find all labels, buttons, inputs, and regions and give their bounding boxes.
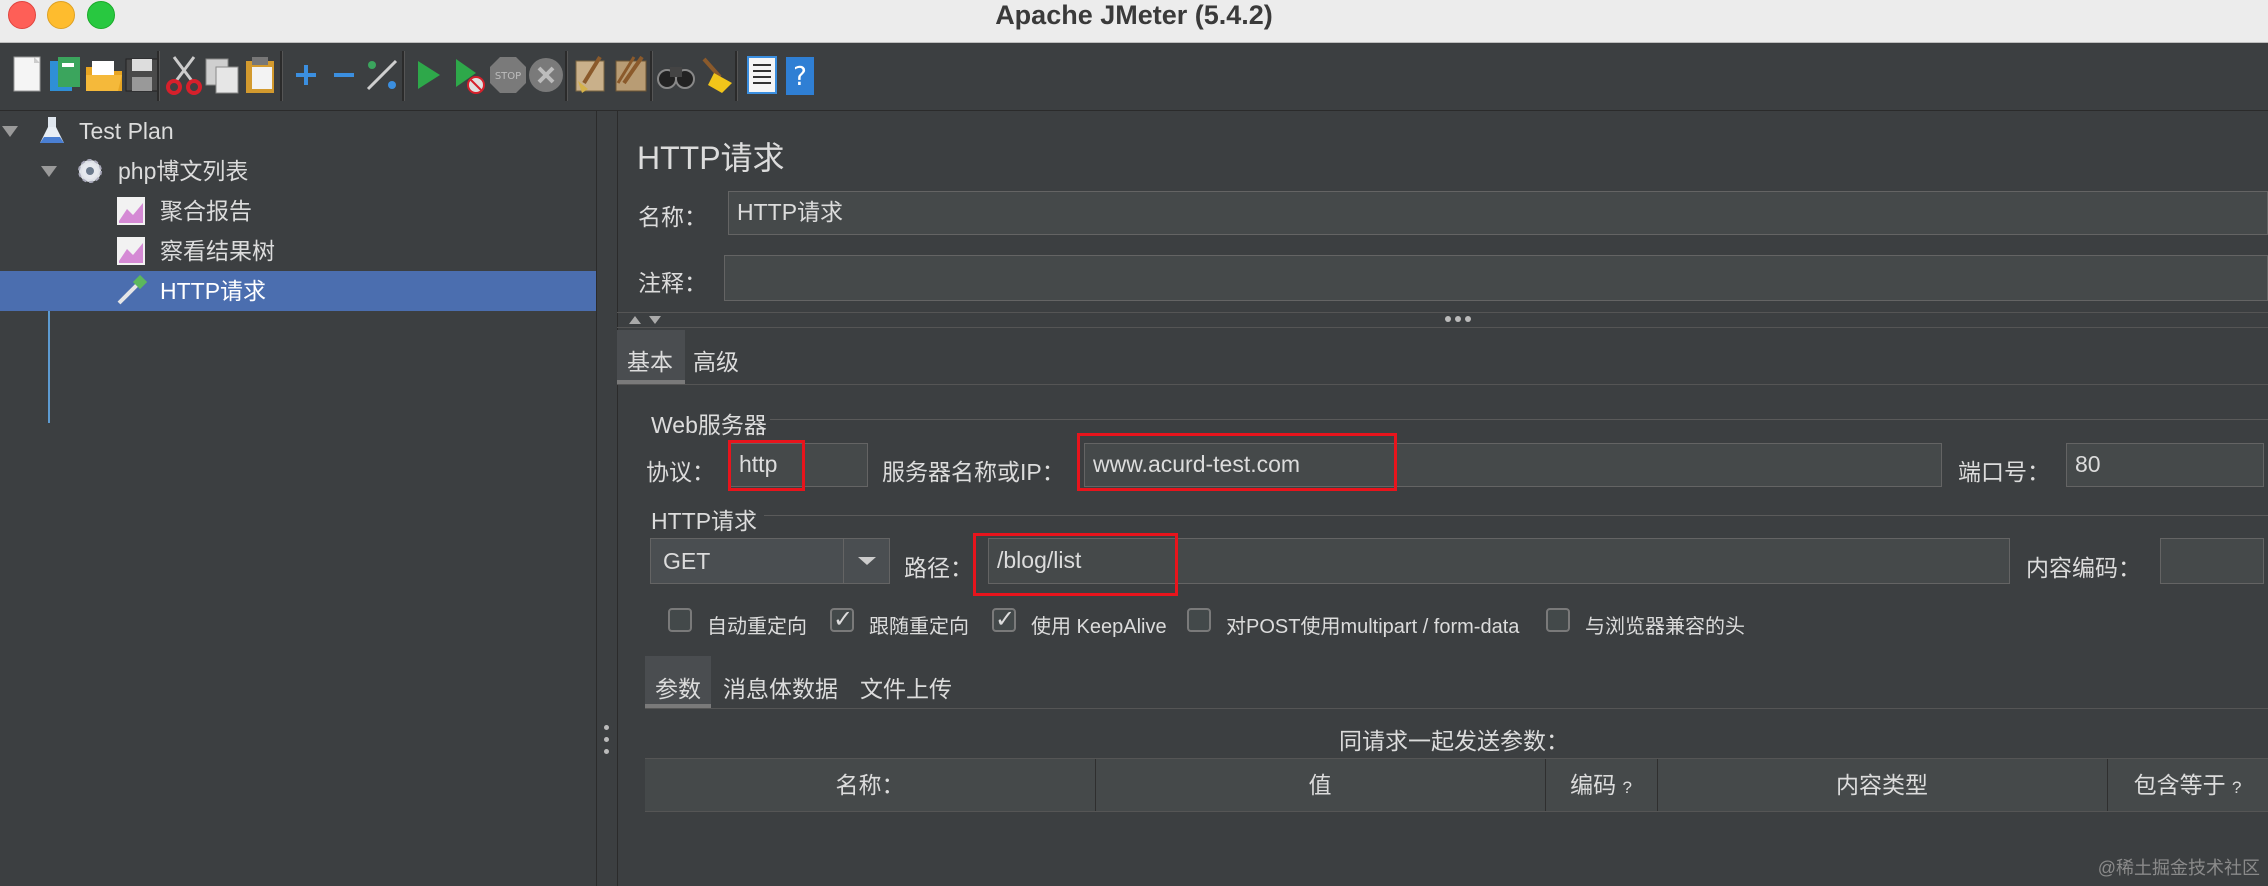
column-header-name[interactable]: 名称： — [645, 759, 1096, 811]
tab-advanced[interactable]: 高级 — [693, 343, 739, 377]
column-header-content-type[interactable]: 内容类型 — [1657, 759, 2108, 811]
clear-all-icon[interactable] — [610, 53, 654, 97]
tree-label: HTTP请求 — [160, 278, 267, 304]
watermark: @稀土掘金技术社区 — [2097, 858, 2260, 878]
tree-label: 聚合报告 — [160, 198, 252, 224]
column-header-include-equals[interactable]: 包含等于 ? — [2107, 759, 2268, 811]
tree-item-thread-group[interactable]: php博文列表 — [0, 151, 596, 191]
column-header-value[interactable]: 值 — [1095, 759, 1546, 811]
chevron-down-icon[interactable] — [856, 555, 878, 567]
auto-redirect-label: 自动重定向 — [707, 616, 807, 638]
follow-redirect-label: 跟随重定向 — [869, 616, 969, 638]
highlight-box — [728, 440, 805, 491]
help-icon[interactable]: ? — [778, 53, 822, 97]
protocol-label: 协议： — [646, 459, 715, 485]
web-server-group-title: Web服务器 — [651, 412, 767, 438]
drag-dots-icon[interactable] — [1443, 315, 1473, 323]
highlight-box — [1077, 433, 1397, 491]
follow-redirect-checkbox[interactable] — [830, 605, 854, 633]
svg-text:?: ? — [793, 62, 807, 92]
shutdown-icon[interactable] — [524, 53, 568, 97]
expand-arrow-icon[interactable] — [41, 166, 57, 177]
comment-label: 注释： — [638, 270, 707, 296]
encoding-label: 内容编码： — [2026, 555, 2141, 581]
splitter-grip[interactable] — [604, 749, 609, 754]
port-field[interactable]: 80 — [2066, 443, 2264, 487]
panel-title: HTTP请求 — [637, 140, 785, 176]
toggle-icon[interactable] — [360, 53, 404, 97]
tab-basic-label[interactable]: 基本 — [627, 343, 673, 377]
multipart-checkbox[interactable] — [1187, 608, 1211, 632]
method-value: GET — [663, 548, 711, 574]
pipette-icon — [117, 275, 147, 305]
browser-headers-label: 与浏览器兼容的头 — [1585, 616, 1745, 638]
multipart-label: 对POST使用multipart / form-data — [1226, 616, 1520, 638]
splitter[interactable] — [597, 111, 617, 886]
tree-connector — [48, 303, 50, 423]
server-label: 服务器名称或IP： — [882, 459, 1065, 485]
name-label: 名称： — [638, 204, 707, 230]
flask-icon — [40, 117, 64, 143]
tree-label: 察看结果树 — [160, 238, 275, 264]
graph-listener-icon — [117, 197, 145, 225]
toolbar: STOP ? — [0, 43, 2268, 111]
tree-item-test-plan[interactable]: Test Plan — [0, 111, 596, 151]
window-title: Apache JMeter (5.4.2) — [995, 0, 1273, 30]
start-icon[interactable] — [406, 53, 450, 97]
tab-files-upload[interactable]: 文件上传 — [860, 670, 952, 704]
tree-item-view-results-tree[interactable]: 察看结果树 — [0, 231, 596, 271]
comment-field[interactable] — [724, 255, 2268, 301]
reset-search-icon[interactable] — [694, 53, 738, 97]
encoding-field[interactable] — [2160, 538, 2264, 584]
http-request-group-title: HTTP请求 — [651, 508, 758, 534]
params-caption: 同请求一起发送参数： — [1339, 728, 1569, 754]
column-header-encode[interactable]: 编码 ? — [1545, 759, 1658, 811]
method-select[interactable]: GET — [650, 538, 890, 584]
svg-text:STOP: STOP — [495, 71, 521, 82]
params-table-header: 名称： 值 编码 ? 内容类型 包含等于 ? — [645, 758, 2268, 812]
clear-icon[interactable] — [570, 53, 614, 97]
name-field[interactable]: HTTP请求 — [728, 191, 2268, 235]
port-label: 端口号： — [1958, 459, 2050, 485]
keepalive-label: 使用 KeepAlive — [1031, 616, 1167, 638]
splitter-grip[interactable] — [604, 725, 609, 730]
browser-headers-checkbox[interactable] — [1546, 608, 1570, 632]
highlight-box — [973, 533, 1178, 596]
tab-body-data[interactable]: 消息体数据 — [723, 670, 838, 704]
graph-listener-icon — [117, 237, 145, 265]
expand-arrow-icon[interactable] — [2, 126, 18, 137]
search-icon[interactable] — [654, 53, 698, 97]
test-plan-tree: Test Plan php博文列表 聚合报告 察看结果树 HTTP请求 — [0, 111, 597, 886]
start-no-pause-icon[interactable] — [446, 53, 490, 97]
tab-parameters-label[interactable]: 参数 — [655, 670, 701, 704]
splitter-grip[interactable] — [604, 737, 609, 742]
tree-item-aggregate-report[interactable]: 聚合报告 — [0, 191, 596, 231]
tree-label: php博文列表 — [118, 158, 249, 184]
path-label: 路径： — [904, 555, 973, 581]
tree-item-http-request[interactable]: HTTP请求 — [0, 271, 596, 311]
title-bar: Apache JMeter (5.4.2) — [0, 0, 2268, 43]
tree-label: Test Plan — [79, 118, 174, 144]
auto-redirect-checkbox[interactable] — [668, 608, 692, 632]
keepalive-checkbox[interactable] — [992, 605, 1016, 633]
paste-icon[interactable] — [238, 53, 282, 97]
gear-icon — [78, 159, 102, 183]
collapse-arrows-icon[interactable] — [627, 314, 667, 326]
